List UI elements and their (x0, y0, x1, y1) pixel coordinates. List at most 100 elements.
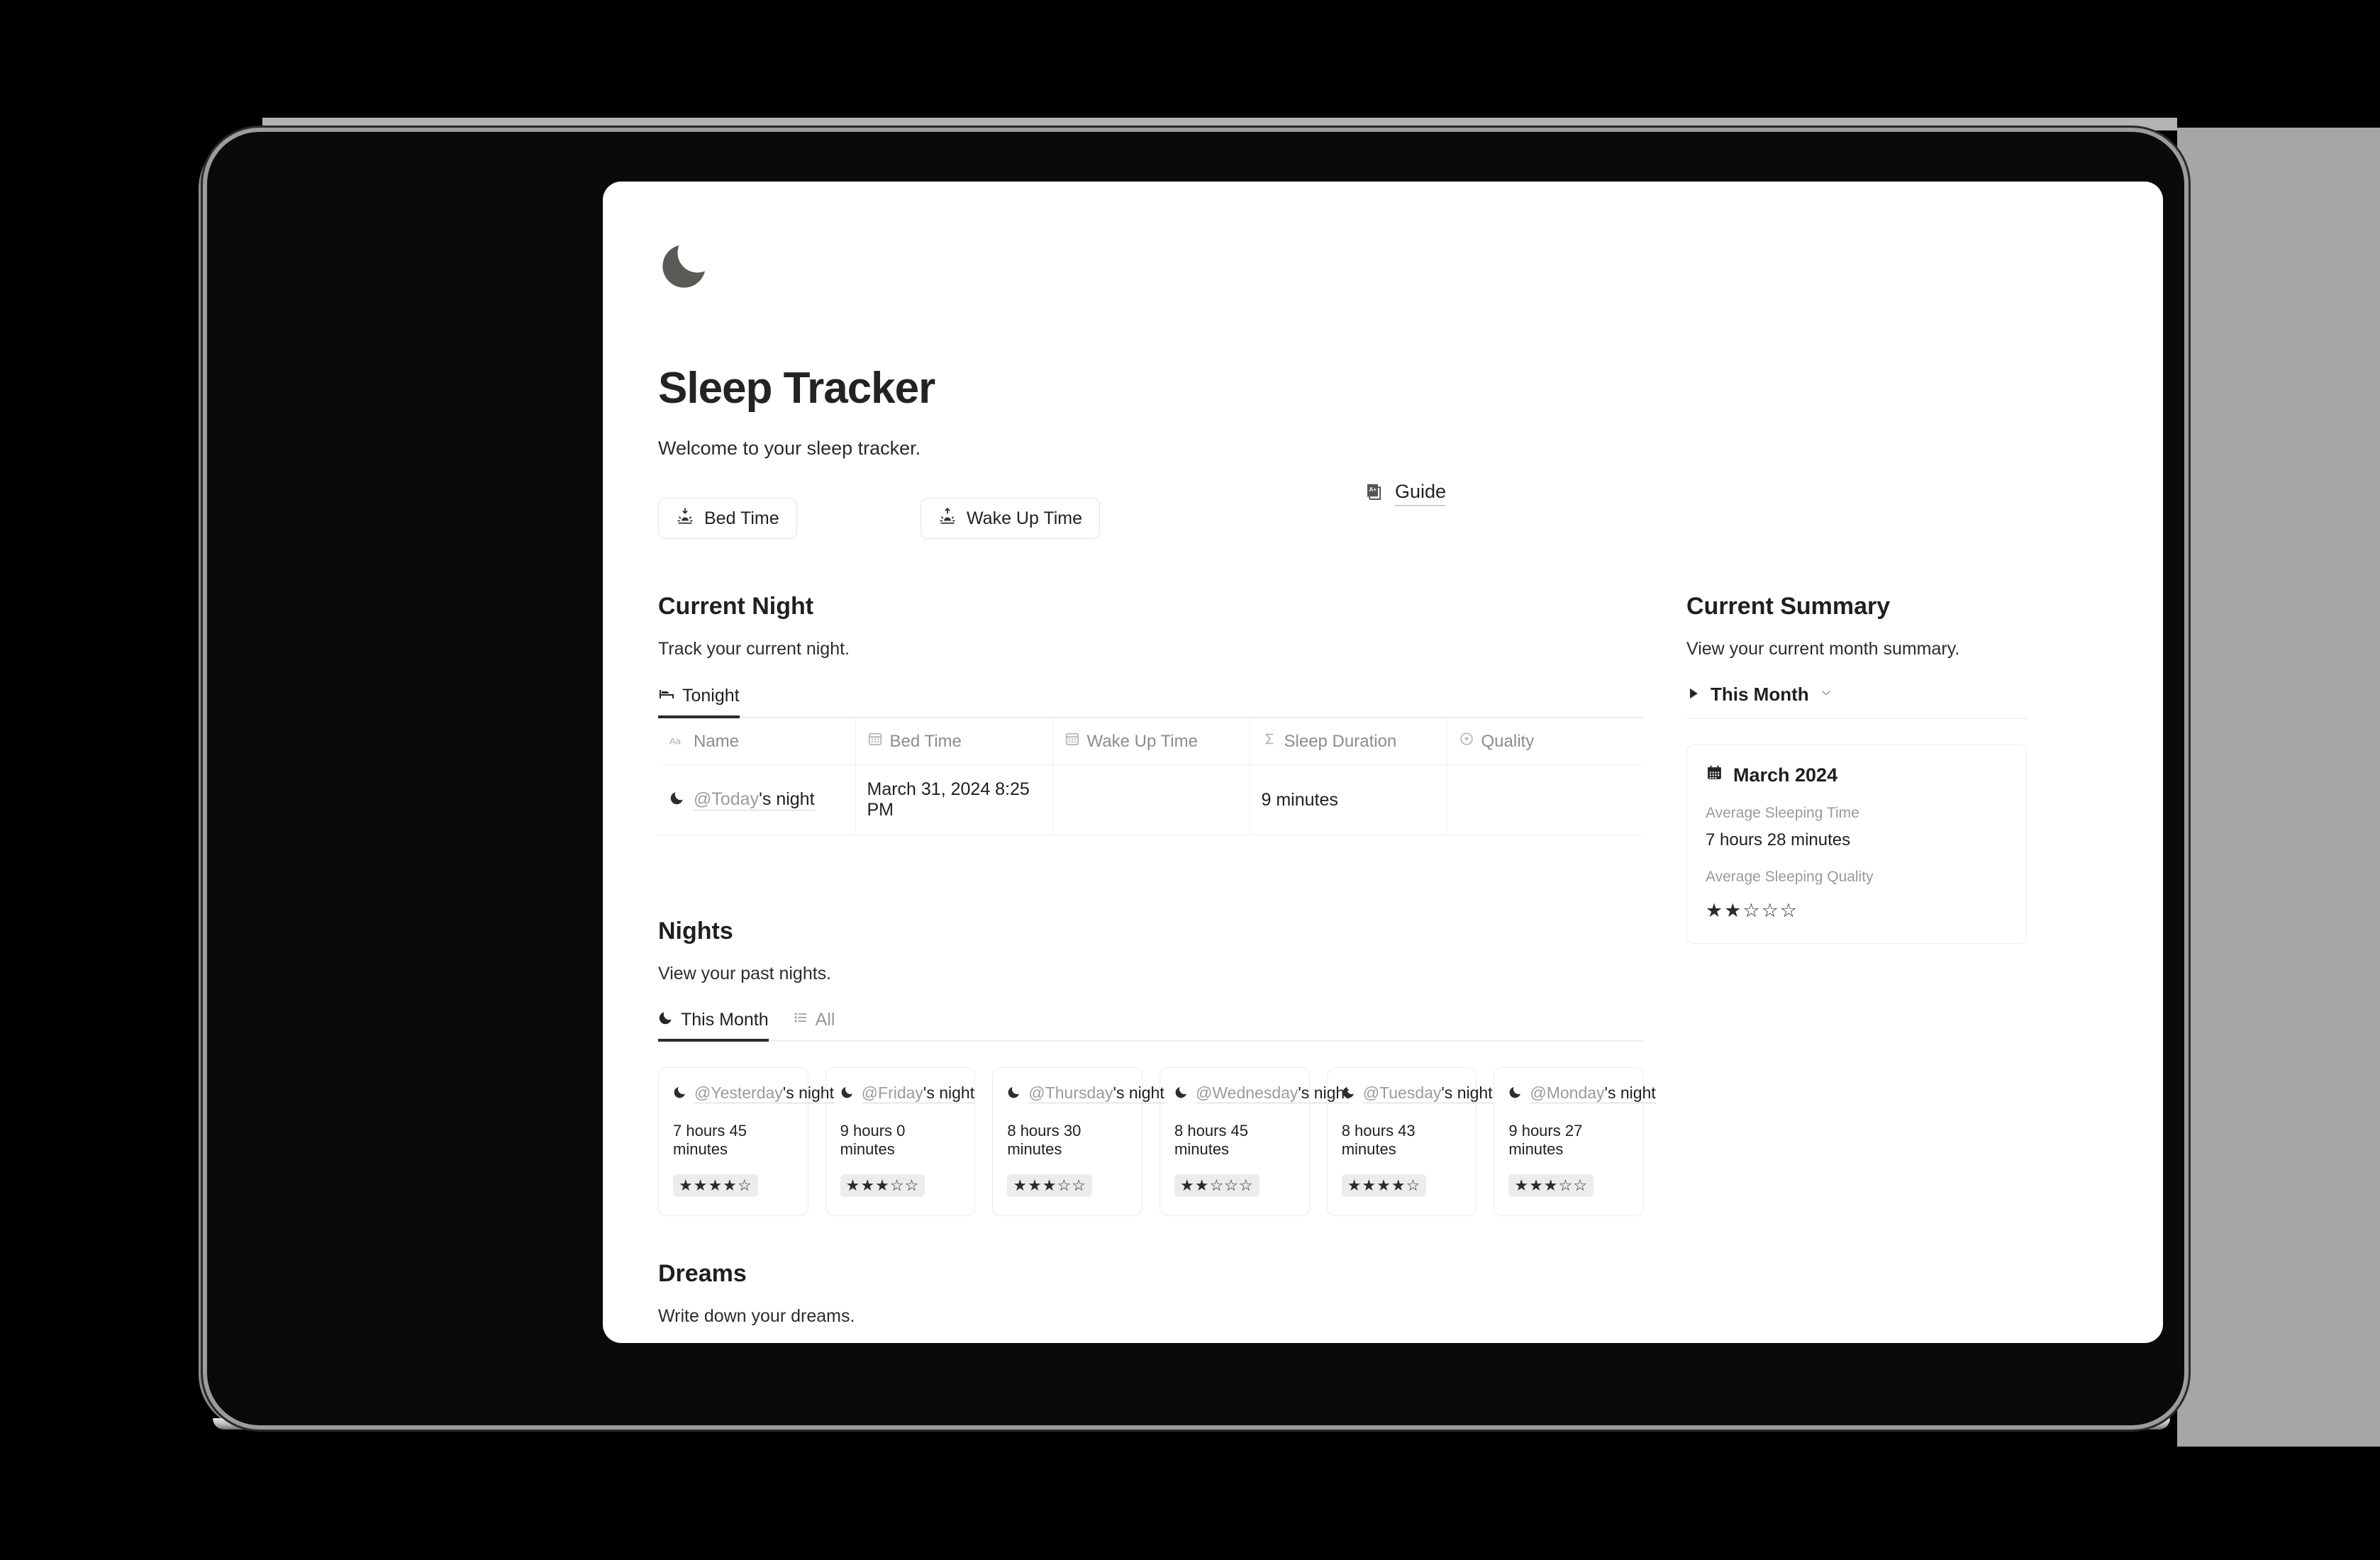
right-column: Current Summary View your current month … (1686, 593, 2027, 1343)
column-header-wake-up-time[interactable]: Wake Up Time (1052, 718, 1250, 765)
night-card[interactable]: @Friday's night 9 hours 0 minutes ★★★☆☆ (825, 1067, 976, 1216)
night-card-duration: 8 hours 45 minutes (1174, 1122, 1248, 1158)
night-card-suffix: 's night (923, 1083, 975, 1102)
svg-text:Aa: Aa (669, 735, 682, 746)
bed-time-button[interactable]: Bed Time (658, 498, 797, 539)
svg-text:A+: A+ (1369, 486, 1377, 492)
cell-name-suffix: 's night (759, 789, 815, 809)
avg-sleeping-quality-stars: ★★☆☆☆ (1706, 900, 1799, 921)
summary-filter-label: This Month (1711, 684, 1809, 705)
chevron-down-icon (1819, 686, 1833, 704)
backdrop-right-panel (2177, 128, 2380, 1447)
column-header-sleep-duration-label: Sleep Duration (1284, 731, 1397, 751)
summary-card[interactable]: March 2024 Average Sleeping Time 7 hours… (1686, 745, 2027, 944)
left-column: Current Night Track your current night. … (658, 593, 1656, 1343)
night-cards: @Yesterday's night 7 hours 45 minutes ★★★★… (658, 1067, 1656, 1216)
calendar-icon (867, 731, 883, 752)
tab-tonight[interactable]: Tonight (658, 685, 740, 718)
calendar-icon (1064, 731, 1080, 752)
night-card-stars: ★★★★☆ (1341, 1174, 1427, 1197)
table-header-row: Aa Name Bed Time Wake Up Time Sleep Dura… (658, 718, 1644, 765)
stage: Sleep Tracker Welcome to your sleep trac… (0, 0, 2380, 1560)
column-header-quality-label: Quality (1481, 731, 1535, 751)
night-card[interactable]: @Yesterday's night 7 hours 45 minutes ★★★★… (658, 1067, 834, 1216)
current-night-heading: Current Night (658, 593, 814, 620)
night-card[interactable]: @Monday's night 9 hours 27 minutes ★★★☆☆ (1494, 1067, 1656, 1216)
night-card-stars: ★★★☆☆ (840, 1174, 925, 1197)
current-night-tabs: Tonight (658, 685, 1644, 718)
night-card-title: @Wednesday's night (1174, 1083, 1350, 1103)
tab-all-nights[interactable]: All (793, 1010, 835, 1042)
cell-quality[interactable] (1447, 764, 1644, 835)
night-card-mention: @Friday (861, 1083, 923, 1102)
column-header-wake-up-time-label: Wake Up Time (1086, 731, 1198, 751)
dreams-section: Dreams Write down your dreams. (658, 1260, 1644, 1343)
crescent-moon-icon (658, 237, 713, 292)
welcome-text: Welcome to your sleep tracker. (658, 438, 921, 459)
summary-filter-dropdown[interactable]: This Month (1686, 684, 1833, 706)
tab-all-nights-label: All (815, 1010, 835, 1030)
crescent-moon-icon (673, 1084, 687, 1103)
nights-heading: Nights (658, 918, 733, 945)
tab-tonight-label: Tonight (682, 686, 740, 706)
night-card-suffix: 's night (1604, 1083, 1656, 1102)
sigma-icon (1262, 731, 1277, 752)
table-row[interactable]: @Today's night March 31, 2024 8:25 PM 9 … (658, 764, 1644, 835)
night-card[interactable]: @Tuesday's night 8 hours 43 minutes ★★★★☆ (1326, 1067, 1493, 1216)
column-header-quality[interactable]: Quality (1447, 718, 1644, 765)
crescent-moon-icon (1174, 1084, 1189, 1103)
night-card-mention: @Wednesday (1196, 1083, 1299, 1102)
dreams-heading: Dreams (658, 1260, 747, 1287)
night-card-title: @Yesterday's night (673, 1083, 834, 1103)
triangle-right-icon (1686, 684, 1701, 706)
night-card-mention: @Tuesday (1362, 1083, 1442, 1102)
night-card-suffix: 's night (1441, 1083, 1493, 1102)
cell-name[interactable]: @Today's night (658, 764, 856, 835)
night-card-suffix: 's night (1113, 1083, 1164, 1102)
list-icon (793, 1010, 808, 1030)
night-card-duration: 9 hours 0 minutes (840, 1122, 906, 1158)
nights-section: Nights View your past nights. This Month (658, 918, 1656, 1216)
night-card-duration: 7 hours 45 minutes (673, 1122, 747, 1158)
column-header-sleep-duration[interactable]: Sleep Duration (1250, 718, 1447, 765)
crescent-moon-icon (669, 790, 685, 810)
current-night-table: Aa Name Bed Time Wake Up Time Sleep Dura… (658, 718, 1644, 835)
cell-name-mention: @Today (694, 789, 760, 809)
night-card-stars: ★★☆☆☆ (1174, 1174, 1259, 1197)
night-card-title: @Monday's night (1508, 1083, 1656, 1103)
avg-sleeping-time-value: 7 hours 28 minutes (1706, 830, 1851, 849)
sunset-icon (676, 507, 694, 530)
crescent-moon-icon (1007, 1084, 1021, 1103)
cell-wake-up-time[interactable] (1052, 764, 1250, 835)
bed-icon (658, 685, 675, 707)
column-header-name[interactable]: Aa Name (658, 718, 856, 765)
night-card-duration: 8 hours 30 minutes (1007, 1122, 1081, 1158)
cell-sleep-duration[interactable]: 9 minutes (1250, 764, 1447, 835)
night-card-mention: @Yesterday (694, 1083, 783, 1102)
calendar-month-icon (1706, 764, 1723, 786)
crescent-moon-icon (658, 1010, 674, 1030)
cell-bed-time[interactable]: March 31, 2024 8:25 PM (855, 764, 1053, 835)
night-card-title: @Thursday's night (1007, 1083, 1164, 1103)
tablet-screen: Sleep Tracker Welcome to your sleep trac… (603, 182, 2163, 1343)
night-card[interactable]: @Thursday's night 8 hours 30 minutes ★★★☆☆ (992, 1067, 1164, 1216)
page-title: Sleep Tracker (658, 364, 935, 413)
current-night-subtitle: Track your current night. (658, 639, 850, 659)
summary-divider (1686, 718, 2027, 719)
night-card-duration: 8 hours 43 minutes (1341, 1122, 1416, 1158)
summary-month-label: March 2024 (1733, 764, 1838, 786)
night-card-duration: 9 hours 27 minutes (1508, 1122, 1583, 1158)
wake-up-time-button[interactable]: Wake Up Time (921, 498, 1101, 539)
night-card-stars: ★★★☆☆ (1007, 1174, 1092, 1197)
night-card-mention: @Monday (1530, 1083, 1605, 1102)
column-header-bed-time[interactable]: Bed Time (855, 718, 1053, 765)
nights-subtitle: View your past nights. (658, 964, 832, 984)
tab-this-month[interactable]: This Month (658, 1010, 769, 1042)
current-summary-subtitle: View your current month summary. (1686, 639, 1960, 659)
summary-month-row: March 2024 (1706, 764, 2008, 786)
night-card-stars: ★★★★☆ (673, 1174, 758, 1197)
nights-tabs: This Month All (658, 1010, 1644, 1042)
night-card-title: @Tuesday's night (1342, 1083, 1493, 1103)
night-card[interactable]: @Wednesday's night 8 hours 45 minutes ★★☆☆… (1160, 1067, 1350, 1216)
bed-time-label: Bed Time (704, 508, 779, 528)
